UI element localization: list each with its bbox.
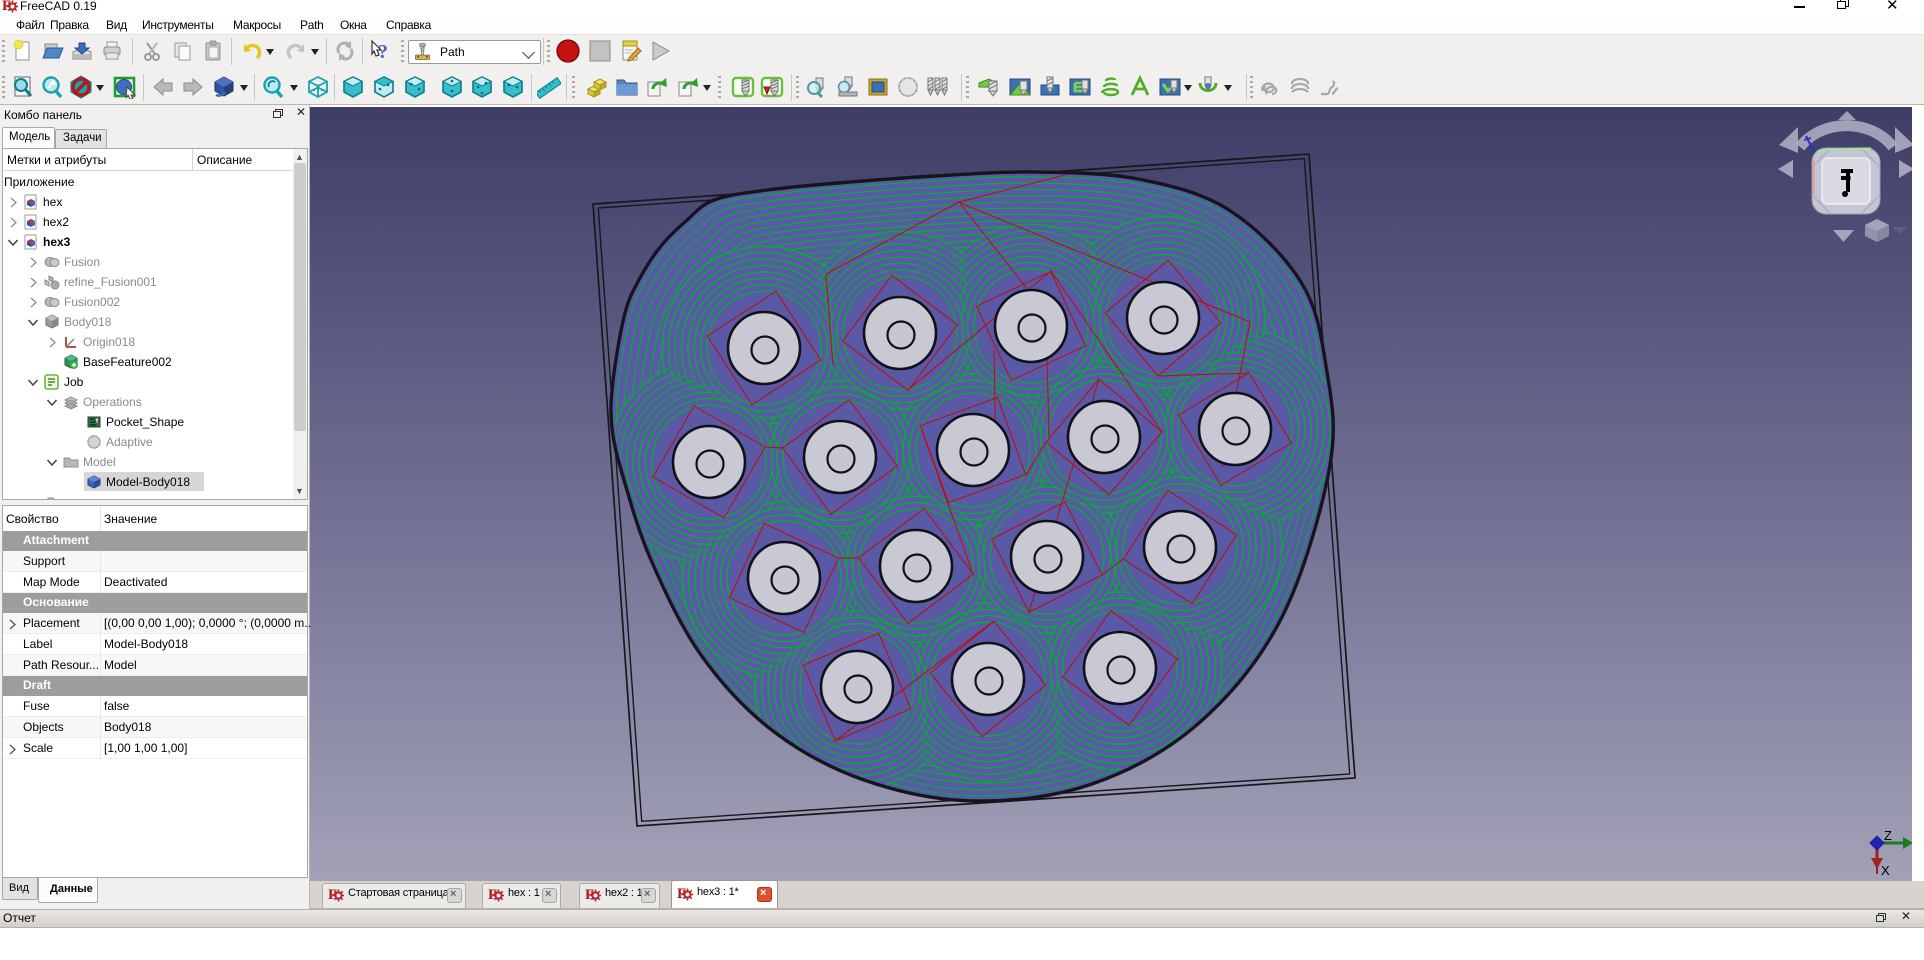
svg-text:X: X xyxy=(1881,863,1890,878)
svg-text:Z: Z xyxy=(1884,828,1892,843)
svg-text:?: ? xyxy=(378,41,388,63)
